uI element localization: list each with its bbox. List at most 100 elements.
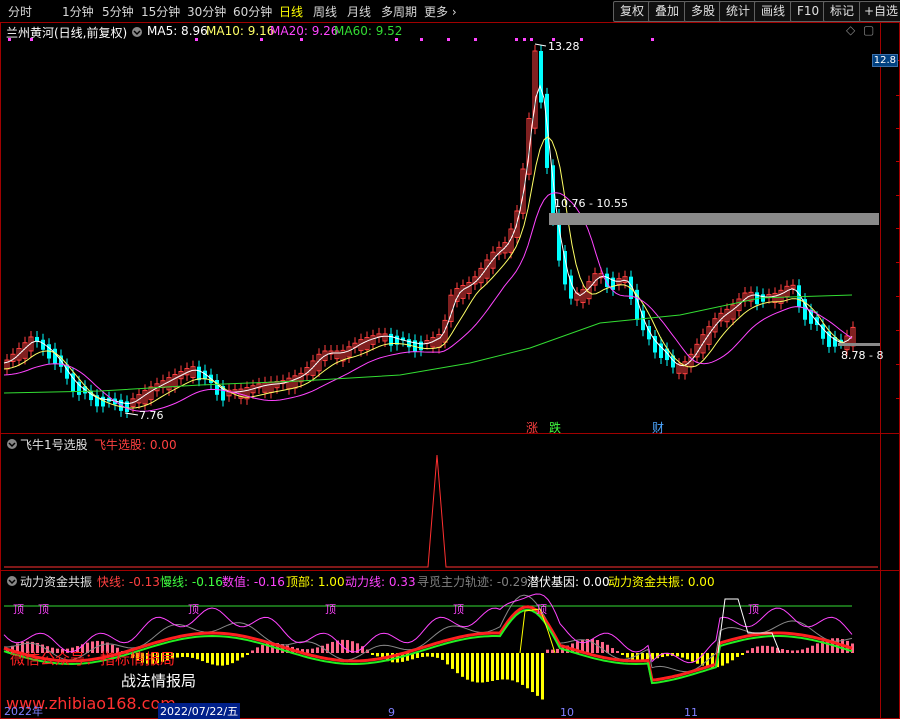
hist-bar-down (186, 653, 189, 658)
mark-button[interactable]: 标记 (823, 1, 862, 22)
hist-bar-down (376, 653, 379, 657)
hist-bar-up (251, 650, 254, 653)
tab-weekly[interactable]: 周线 (313, 3, 337, 20)
add-watchlist-button[interactable]: +自选 (859, 1, 900, 22)
hist-bar-down (521, 653, 524, 685)
hist-bar-down (436, 653, 439, 658)
tab-more-label: 更多 (424, 5, 449, 19)
hist-bar-up (546, 649, 549, 653)
hist-bar-down (481, 653, 484, 683)
hist-bar-down (496, 653, 499, 681)
hist-bar-down (431, 653, 434, 657)
hist-bar-down (451, 653, 454, 669)
hist-bar-up (306, 649, 309, 653)
hist-bar-down (421, 653, 424, 657)
hist-bar-up (551, 649, 554, 653)
stats-button[interactable]: 统计 (719, 1, 758, 22)
hist-bar-down (456, 653, 459, 674)
hist-bar-down (246, 653, 249, 655)
hist-bar-up (791, 650, 794, 653)
hist-bar-down (626, 653, 629, 658)
hist-bar-down (486, 653, 489, 682)
xuangu-spike (4, 454, 878, 568)
hist-bar-up (816, 643, 819, 653)
overlay-button[interactable]: 叠加 (648, 1, 687, 22)
fuquan-button[interactable]: 复权 (613, 1, 652, 22)
hist-bar-down (196, 653, 199, 660)
tab-1min[interactable]: 1分钟 (62, 3, 94, 20)
hist-bar-up (771, 646, 774, 653)
axis-tick (896, 262, 900, 263)
candle-down (545, 93, 549, 168)
date-label-1: 9 (388, 706, 395, 719)
hist-bar-up (256, 647, 259, 653)
price-range-bar-right (838, 343, 880, 346)
hist-bar-up (756, 646, 759, 653)
tab-multi-period[interactable]: 多周期 (381, 3, 417, 20)
date-label-3: 11 (684, 706, 698, 719)
low-price-label: 7.76 (139, 409, 164, 422)
tab-monthly[interactable]: 月线 (347, 3, 371, 20)
indicator2-axis (880, 570, 900, 719)
candle-down (407, 339, 411, 348)
ma5-line (3, 84, 853, 405)
hist-bar-down (371, 653, 374, 655)
range-price-label: 10.76 - 10.55 (554, 197, 628, 210)
axis-tick (896, 398, 900, 399)
hist-bar-up (746, 650, 749, 653)
hist-bar-down (181, 653, 184, 657)
draw-button[interactable]: 画线 (754, 1, 793, 22)
signal-dot (395, 38, 398, 41)
signal-dot (474, 38, 477, 41)
hist-bar-up (261, 644, 264, 653)
hist-bar-up (556, 648, 559, 653)
multi-stock-button[interactable]: 多股 (684, 1, 723, 22)
hist-bar-down (441, 653, 444, 660)
hist-bar-up (751, 648, 754, 653)
hist-bar-down (531, 653, 534, 693)
period-toolbar: 分时 1分钟 5分钟 15分钟 30分钟 60分钟 日线 周线 月线 多周期 更… (0, 0, 900, 22)
hist-bar-up (806, 647, 809, 653)
tab-daily[interactable]: 日线 (279, 3, 303, 20)
signal-dot (651, 38, 654, 41)
hist-bar-down (631, 653, 634, 660)
hist-bar-down (721, 653, 724, 666)
hist-bar-down (691, 653, 694, 662)
hist-bar-up (601, 642, 604, 653)
tab-30min[interactable]: 30分钟 (187, 3, 226, 20)
hist-bar-down (731, 653, 734, 661)
hist-bar-down (686, 653, 689, 660)
hist-bar-up (811, 645, 814, 653)
hist-bar-down (466, 653, 469, 680)
hist-bar-up (611, 648, 614, 653)
tab-5min[interactable]: 5分钟 (102, 3, 134, 20)
candlestick-chart[interactable] (0, 23, 880, 433)
marker-zhang[interactable]: 涨 (526, 419, 538, 436)
tab-15min[interactable]: 15分钟 (141, 3, 180, 20)
marker-die[interactable]: 跌 (549, 419, 561, 436)
indicator1-chart (4, 454, 878, 568)
marker-cai[interactable]: 财 (652, 419, 664, 436)
hist-bar-down (206, 653, 209, 663)
tab-more[interactable]: 更多 › (424, 3, 457, 20)
hist-bar-down (461, 653, 464, 677)
hist-bar-down (526, 653, 529, 689)
top-label-2: 顶 (38, 603, 49, 616)
axis-tick (896, 296, 900, 297)
axis-tick (896, 128, 900, 129)
top-label-3: 顶 (188, 603, 199, 616)
hist-bar-up (331, 641, 334, 653)
hist-bar-down (536, 653, 539, 696)
price-range-bar (549, 213, 879, 225)
high-price-label: 13.28 (548, 40, 580, 53)
signal-dot (515, 38, 518, 41)
candle-down (419, 341, 423, 351)
hist-bar-down (506, 653, 509, 680)
axis-tick (896, 195, 900, 196)
f10-button[interactable]: F10 (790, 1, 827, 22)
tab-60min[interactable]: 60分钟 (233, 3, 272, 20)
tab-fenshi[interactable]: 分时 (8, 3, 32, 20)
date-label-0: 2022年 (4, 705, 43, 718)
axis-tick (896, 161, 900, 162)
signal-dot (30, 38, 33, 41)
